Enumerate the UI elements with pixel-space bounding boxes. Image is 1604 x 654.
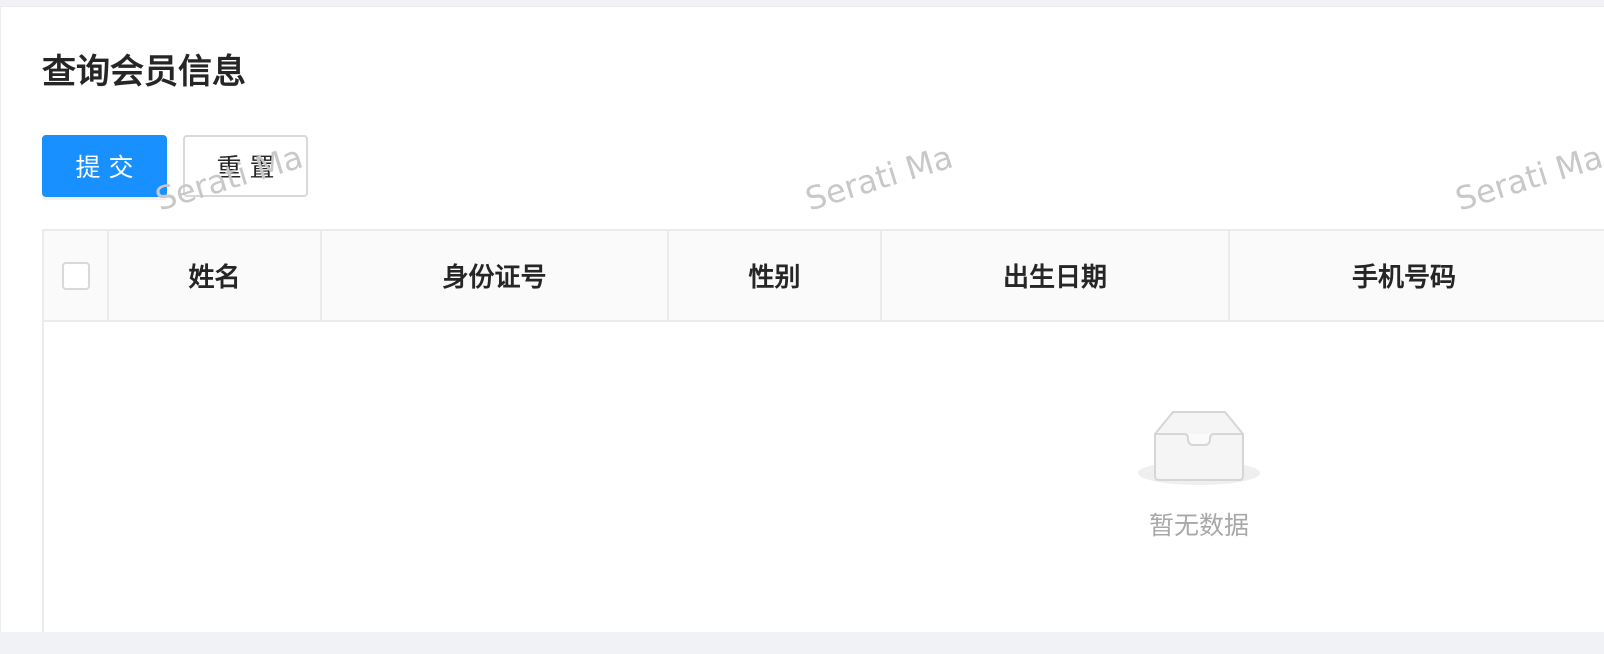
submit-button[interactable]: 提交 — [42, 135, 167, 197]
member-table: 姓名 身份证号 性别 出生日期 手机号码 暂无数据 — [42, 229, 1604, 632]
empty-text: 暂无数据 — [1148, 511, 1249, 540]
empty-state: 暂无数据 — [1134, 408, 1264, 542]
column-header-birth-date: 出生日期 — [882, 231, 1230, 320]
column-header-name: 姓名 — [109, 231, 322, 320]
reset-button[interactable]: 重置 — [183, 135, 308, 197]
table-header: 姓名 身份证号 性别 出生日期 手机号码 — [44, 231, 1604, 322]
empty-inbox-icon — [1138, 411, 1260, 485]
page-title: 查询会员信息 — [42, 52, 246, 92]
select-all-cell — [44, 231, 109, 320]
column-header-phone: 手机号码 — [1351, 263, 1456, 293]
column-header-gender: 性别 — [669, 231, 882, 320]
watermark: Serati Ma — [801, 137, 958, 219]
page-bottom-bar — [0, 632, 1604, 654]
watermark: Serati Ma — [1451, 137, 1604, 219]
select-all-checkbox[interactable] — [61, 261, 90, 290]
member-query-card: 查询会员信息 提交 重置 姓名 身份证号 性别 出生日期 手机号码 暂无数据 S… — [0, 6, 1604, 632]
column-header-id-number: 身份证号 — [322, 231, 669, 320]
